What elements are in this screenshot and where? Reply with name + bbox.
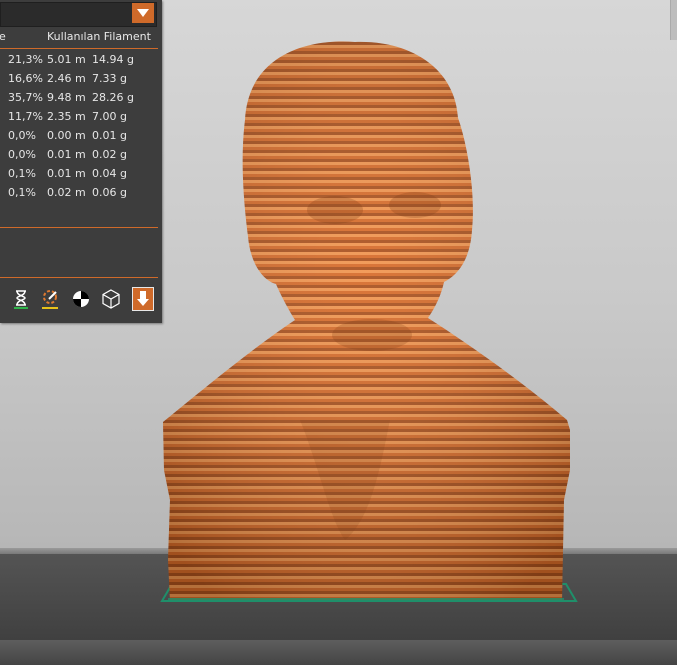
row-length: 0.02 m [47, 186, 86, 199]
row-length: 9.48 m [47, 91, 86, 104]
dropdown-toggle-button[interactable] [132, 3, 154, 23]
row-length: 0.01 m [47, 148, 86, 161]
column-header-partial: e [0, 30, 6, 43]
view-toolbar [10, 287, 160, 313]
row-length: 2.35 m [47, 110, 86, 123]
row-percent: 21,3% [8, 53, 43, 66]
row-percent: 35,7% [8, 91, 43, 104]
table-row: 0,0% 0.01 m 0.02 g [0, 148, 160, 167]
row-length: 0.00 m [47, 129, 86, 142]
section-divider [0, 277, 158, 278]
row-weight: 0.01 g [92, 129, 127, 142]
table-row: 0,1% 0.02 m 0.06 g [0, 186, 160, 205]
table-row: 21,3% 5.01 m 14.94 g [0, 53, 160, 72]
row-length: 2.46 m [47, 72, 86, 85]
row-length: 0.01 m [47, 167, 86, 180]
row-percent: 16,6% [8, 72, 43, 85]
table-row: 35,7% 9.48 m 28.26 g [0, 91, 160, 110]
table-row: 0,0% 0.00 m 0.01 g [0, 129, 160, 148]
cube-icon[interactable] [100, 287, 122, 311]
bed-base-line [168, 598, 564, 602]
row-weight: 0.02 g [92, 148, 127, 161]
paint-settings-icon[interactable] [40, 287, 62, 311]
table-row: 16,6% 2.46 m 7.33 g [0, 72, 160, 91]
row-weight: 14.94 g [92, 53, 134, 66]
eye-shadow-left [307, 196, 363, 224]
row-weight: 7.33 g [92, 72, 127, 85]
row-weight: 0.04 g [92, 167, 127, 180]
row-weight: 0.06 g [92, 186, 127, 199]
chevron-down-icon [137, 9, 149, 17]
column-header-filament: Kullanılan Filament [47, 30, 151, 43]
chin-shadow [332, 319, 412, 351]
row-percent: 0,0% [8, 148, 36, 161]
table-row: 11,7% 2.35 m 7.00 g [0, 110, 160, 129]
hourglass-icon[interactable] [10, 287, 32, 311]
header-divider [0, 48, 158, 49]
row-percent: 0,1% [8, 186, 36, 199]
row-percent: 0,0% [8, 129, 36, 142]
eye-shadow-right [389, 192, 441, 218]
row-weight: 7.00 g [92, 110, 127, 123]
balance-icon[interactable] [70, 287, 92, 311]
row-percent: 11,7% [8, 110, 43, 123]
section-divider [0, 227, 158, 228]
row-weight: 28.26 g [92, 91, 134, 104]
export-down-arrow-icon[interactable] [132, 287, 154, 311]
table-row: 0,1% 0.01 m 0.04 g [0, 167, 160, 186]
row-length: 5.01 m [47, 53, 86, 66]
print-info-panel: e Kullanılan Filament 21,3% 5.01 m 14.94… [0, 0, 162, 323]
row-percent: 0,1% [8, 167, 36, 180]
